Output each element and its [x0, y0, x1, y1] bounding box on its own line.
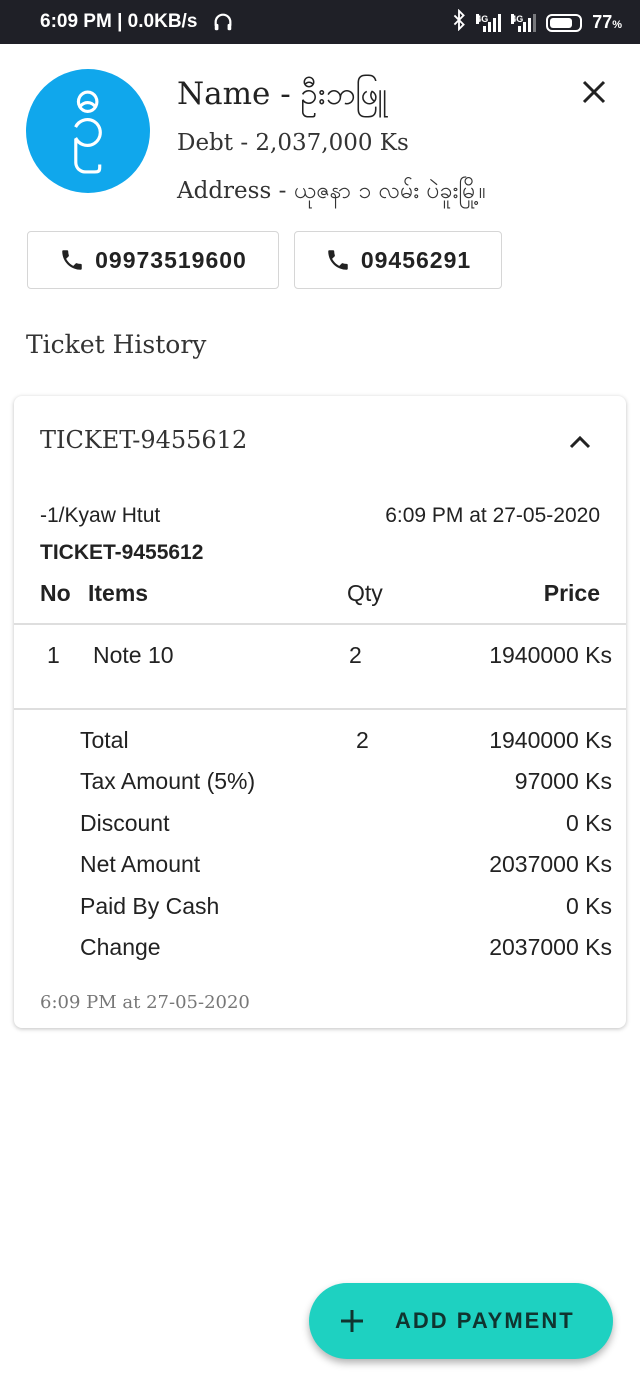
plus-icon	[339, 1299, 365, 1344]
signal-icon: 4G	[476, 13, 502, 32]
cashier: -1/Kyaw Htut	[40, 504, 161, 527]
chevron-up-icon	[569, 435, 591, 449]
avatar: ဦ	[26, 69, 150, 193]
ticket-number: TICKET-9455612	[40, 541, 204, 564]
ticket-footer-date: 6:09 PM at 27-05-2020	[40, 992, 250, 1013]
header-qty: Qty	[347, 580, 383, 606]
phone-icon	[328, 250, 348, 270]
battery-icon	[546, 13, 583, 32]
battery-percent: 77%	[592, 12, 622, 32]
summary-label: Change	[80, 934, 161, 960]
signal-icon: 4G	[511, 13, 537, 32]
item-price: 1940000 Ks	[489, 642, 612, 668]
summary-label: Paid By Cash	[80, 893, 220, 919]
item-no: 1	[47, 642, 60, 668]
collapse-button[interactable]	[564, 426, 596, 458]
phone-number-1: 09973519600	[95, 246, 247, 273]
summary-value: 0 Ks	[565, 810, 612, 836]
status-time: 6:09 PM | 0.0KB/s	[40, 11, 198, 32]
summary-value: 2037000 Ks	[489, 934, 612, 960]
header-price: Price	[543, 580, 600, 606]
summary-value: 97000 Ks	[514, 768, 612, 794]
phone-button-1[interactable]: 09973519600	[27, 231, 279, 289]
close-icon	[582, 80, 606, 104]
summary-value: 2037000 Ks	[489, 851, 612, 877]
summary-value: 0 Ks	[565, 893, 612, 919]
customer-debt: Debt - 2,037,000 Ks	[177, 130, 409, 156]
divider	[14, 708, 626, 710]
header-items: Items	[88, 580, 149, 606]
summary-value: 1940000 Ks	[489, 727, 612, 753]
customer-name: Name - ဦးဘဖြူ	[177, 76, 388, 112]
section-title: Ticket History	[26, 330, 207, 359]
phone-icon	[62, 250, 82, 270]
add-payment-button[interactable]: ADD PAYMENT	[309, 1283, 613, 1359]
phone-button-2[interactable]: 09456291	[294, 231, 502, 289]
ticket-card: TICKET-9455612 -1/Kyaw Htut 6:09 PM at 2…	[14, 396, 626, 1028]
status-bar: 6:09 PM | 0.0KB/s 4G 4G 77%	[0, 0, 640, 44]
phone-number-2: 09456291	[360, 246, 472, 273]
summary-label: Total	[80, 727, 129, 753]
ticket-datetime: 6:09 PM at 27-05-2020	[385, 504, 600, 527]
bluetooth-icon	[452, 8, 466, 36]
divider	[14, 623, 626, 625]
close-button[interactable]	[574, 72, 614, 112]
summary-label: Tax Amount (5%)	[80, 768, 256, 794]
headphones-icon	[212, 11, 234, 39]
summary-label: Net Amount	[80, 851, 201, 877]
avatar-letter: ဦ	[70, 87, 106, 161]
summary-qty: 2	[356, 727, 369, 753]
item-name: Note 10	[93, 642, 174, 668]
customer-address: Address - ယုဇနာ ၁ လမ်း ပဲခူးမြို့။	[177, 178, 486, 204]
item-qty: 2	[349, 642, 362, 668]
header-no: No	[40, 580, 71, 606]
ticket-title[interactable]: TICKET-9455612	[40, 426, 247, 454]
summary-label: Discount	[80, 810, 170, 836]
add-payment-label: ADD PAYMENT	[395, 1308, 575, 1333]
